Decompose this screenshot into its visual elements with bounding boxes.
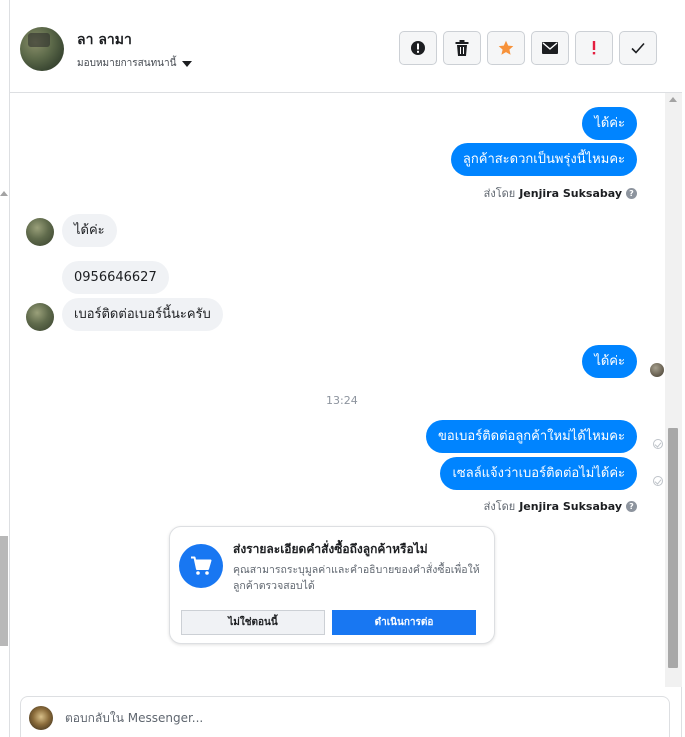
sent-by-name[interactable]: Jenjira Suksabay bbox=[519, 187, 622, 200]
assign-conversation-dropdown[interactable]: มอบหมายการสนทนานี้ bbox=[77, 56, 193, 71]
checkmark-icon bbox=[631, 42, 645, 54]
help-icon[interactable]: ? bbox=[626, 187, 637, 199]
delivered-check-icon bbox=[653, 439, 663, 449]
not-now-button[interactable]: ไม่ใช่ตอนนี้ bbox=[181, 610, 325, 635]
report-spam-button[interactable] bbox=[399, 31, 437, 65]
outgoing-message[interactable]: ได้ค่ะ bbox=[582, 107, 637, 140]
mark-done-button[interactable] bbox=[619, 31, 657, 65]
message-timestamp: 13:24 bbox=[326, 394, 358, 407]
outgoing-message[interactable]: เซลล์แจ้งว่าเบอร์ติดต่อไม่ได้ค่ะ bbox=[440, 457, 637, 490]
scrollbar-thumb[interactable] bbox=[668, 428, 678, 668]
envelope-icon bbox=[542, 42, 558, 54]
scroll-up-arrow-icon[interactable] bbox=[0, 191, 8, 196]
trash-icon bbox=[455, 40, 469, 56]
card-title: ส่งรายละเอียดคำสั่งซื้อถึงลูกค้าหรือไม่ bbox=[233, 542, 428, 556]
reply-input[interactable] bbox=[65, 707, 655, 729]
star-icon bbox=[498, 40, 514, 55]
conversation-panel: ลา ลามา มอบหมายการสนทนานี้ ได้ค่ะ ลูกค้า… bbox=[9, 0, 682, 737]
card-description: คุณสามารถระบุมูลค่าและคำอธิบายของคำสั่งซ… bbox=[233, 564, 480, 592]
incoming-message[interactable]: ได้ค่ะ bbox=[62, 214, 117, 247]
sent-by-prefix: ส่งโดย bbox=[483, 187, 516, 200]
contact-avatar-small[interactable] bbox=[26, 303, 54, 331]
sent-by-prefix: ส่งโดย bbox=[483, 500, 516, 513]
outgoing-message[interactable]: ขอเบอร์ติดต่อลูกค้าใหม่ได้ไหมคะ bbox=[426, 420, 637, 453]
delete-button[interactable] bbox=[443, 31, 481, 65]
exclamation-icon bbox=[592, 41, 596, 55]
follow-up-button[interactable] bbox=[575, 31, 613, 65]
message-thread[interactable]: ได้ค่ะ ลูกค้าสะดวกเป็นพรุ่งนี้ไหมคะ ส่งโ… bbox=[10, 93, 665, 686]
incoming-message[interactable]: 0956646627 bbox=[62, 261, 169, 294]
sent-by-label: ส่งโดย Jenjira Suksabay ? bbox=[484, 184, 637, 202]
contact-avatar[interactable] bbox=[20, 27, 64, 71]
continue-button[interactable]: ดำเนินการต่อ bbox=[332, 610, 476, 635]
outgoing-message[interactable]: ได้ค่ะ bbox=[582, 345, 637, 378]
shopping-cart-icon bbox=[179, 544, 223, 588]
seen-avatar bbox=[650, 363, 664, 377]
assign-label: มอบหมายการสนทนานี้ bbox=[77, 58, 177, 69]
left-scrollbar[interactable] bbox=[0, 93, 9, 737]
sent-by-label: ส่งโดย Jenjira Suksabay ? bbox=[484, 497, 637, 515]
caret-down-icon bbox=[182, 60, 193, 67]
delivered-check-icon bbox=[653, 476, 663, 486]
left-scrollbar-thumb[interactable] bbox=[0, 536, 8, 646]
scroll-up-arrow-icon[interactable] bbox=[669, 97, 677, 102]
exclamation-circle-icon bbox=[411, 41, 425, 55]
sent-by-name[interactable]: Jenjira Suksabay bbox=[519, 500, 622, 513]
help-icon[interactable]: ? bbox=[626, 500, 637, 512]
mark-unread-button[interactable] bbox=[531, 31, 569, 65]
contact-name[interactable]: ลา ลามา bbox=[77, 29, 132, 51]
message-composer bbox=[20, 696, 670, 737]
incoming-message[interactable]: เบอร์ติดต่อเบอร์นี้นะครับ bbox=[62, 298, 223, 331]
outgoing-message[interactable]: ลูกค้าสะดวกเป็นพรุ่งนี้ไหมคะ bbox=[450, 143, 637, 176]
order-details-card: ส่งรายละเอียดคำสั่งซื้อถึงลูกค้าหรือไม่ … bbox=[169, 526, 495, 644]
conversation-header: ลา ลามา มอบหมายการสนทนานี้ bbox=[10, 0, 682, 93]
thread-scrollbar[interactable] bbox=[665, 93, 682, 687]
conversation-actions bbox=[399, 31, 657, 65]
page-avatar bbox=[29, 706, 53, 730]
contact-avatar-small[interactable] bbox=[26, 218, 54, 246]
star-button[interactable] bbox=[487, 31, 525, 65]
